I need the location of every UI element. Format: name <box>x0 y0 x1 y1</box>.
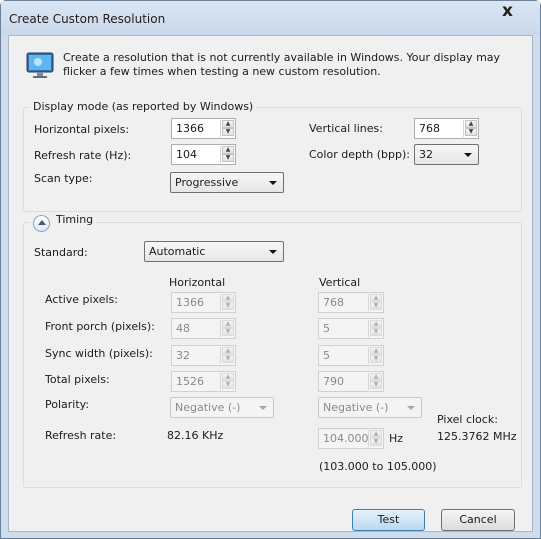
spin-down-icon[interactable]: ▼ <box>222 328 234 336</box>
sync-width-v-stepper[interactable]: 5 ▲ ▼ <box>318 345 384 366</box>
spin-down-icon[interactable]: ▼ <box>370 302 382 310</box>
spin-up-icon[interactable]: ▲ <box>222 373 234 381</box>
horizontal-pixels-stepper[interactable]: 1366 ▲ ▼ <box>171 118 236 139</box>
cancel-button[interactable]: Cancel <box>441 509 515 531</box>
scan-type-label: Scan type: <box>34 172 93 185</box>
chevron-down-icon <box>269 181 277 185</box>
spin-up-icon[interactable]: ▲ <box>370 373 382 381</box>
monitor-icon <box>26 52 54 78</box>
title-bar[interactable]: Create Custom Resolution x <box>1 1 540 35</box>
sync-width-label: Sync width (pixels): <box>45 347 153 360</box>
total-pixels-h-value: 1526 <box>176 375 204 388</box>
standard-label: Standard: <box>34 246 88 259</box>
active-pixels-v-value: 768 <box>323 296 344 309</box>
spin-down-icon[interactable]: ▼ <box>222 128 234 136</box>
refresh-unit: Hz <box>389 432 404 445</box>
pixel-clock-value: 125.3762 MHz <box>437 430 517 443</box>
total-pixels-v-stepper[interactable]: 790 ▲ ▼ <box>318 371 384 392</box>
spin-up-icon[interactable]: ▲ <box>370 430 382 438</box>
spin-down-icon[interactable]: ▼ <box>222 355 234 363</box>
active-pixels-label: Active pixels: <box>45 293 118 306</box>
polarity-label: Polarity: <box>45 398 90 411</box>
spin-up-icon[interactable]: ▲ <box>222 146 234 154</box>
spin-down-icon[interactable]: ▼ <box>465 128 477 136</box>
horizontal-refresh-rate: 82.16 KHz <box>167 429 224 442</box>
spin-up-icon[interactable]: ▲ <box>222 347 234 355</box>
refresh-range: (103.000 to 105.000) <box>319 460 437 473</box>
spin-down-icon[interactable]: ▼ <box>370 381 382 389</box>
timing-refresh-rate-label: Refresh rate: <box>45 429 117 442</box>
chevron-down-icon <box>464 153 472 157</box>
sync-width-h-value: 32 <box>176 349 190 362</box>
refresh-rate-value: 104 <box>176 148 197 161</box>
spin-down-icon[interactable]: ▼ <box>370 355 382 363</box>
color-depth-value: 32 <box>419 148 433 161</box>
pixel-clock-label: Pixel clock: <box>437 413 498 426</box>
active-pixels-h-stepper[interactable]: 1366 ▲ ▼ <box>171 292 236 313</box>
spin-down-icon[interactable]: ▼ <box>370 438 382 446</box>
polarity-v-value: Negative (-) <box>323 401 389 414</box>
sync-width-h-stepper[interactable]: 32 ▲ ▼ <box>171 345 236 366</box>
scan-type-value: Progressive <box>175 176 239 189</box>
spin-up-icon[interactable]: ▲ <box>222 320 234 328</box>
timing-legend-label: Timing <box>56 213 94 226</box>
chevron-down-icon <box>407 406 415 410</box>
custom-resolution-dialog: Create Custom Resolution x Create a reso… <box>0 0 541 539</box>
total-pixels-label: Total pixels: <box>45 373 110 386</box>
horizontal-pixels-label: Horizontal pixels: <box>34 123 130 136</box>
front-porch-label: Front porch (pixels): <box>45 320 155 333</box>
spin-down-icon[interactable]: ▼ <box>222 302 234 310</box>
spin-up-icon[interactable]: ▲ <box>222 294 234 302</box>
chevron-down-icon <box>259 406 267 410</box>
spin-up-icon[interactable]: ▲ <box>465 120 477 128</box>
vertical-lines-label: Vertical lines: <box>309 122 383 135</box>
refresh-rate-label: Refresh rate (Hz): <box>34 149 132 162</box>
spin-down-icon[interactable]: ▼ <box>222 381 234 389</box>
active-pixels-h-value: 1366 <box>176 296 204 309</box>
color-depth-label: Color depth (bpp): <box>309 148 410 161</box>
polarity-h-value: Negative (-) <box>175 401 241 414</box>
color-depth-dropdown[interactable]: 32 <box>414 144 479 165</box>
spin-up-icon[interactable]: ▲ <box>370 320 382 328</box>
active-pixels-v-stepper[interactable]: 768 ▲ ▼ <box>318 292 384 313</box>
horizontal-pixels-value: 1366 <box>176 122 204 135</box>
dialog-content: Create a resolution that is not currentl… <box>8 35 533 532</box>
spin-up-icon[interactable]: ▲ <box>222 120 234 128</box>
chevron-down-icon <box>269 250 277 254</box>
vertical-refresh-rate-value: 104.000 <box>323 432 369 445</box>
window-title: Create Custom Resolution <box>9 12 166 26</box>
front-porch-h-stepper[interactable]: 48 ▲ ▼ <box>171 318 236 339</box>
spin-down-icon[interactable]: ▼ <box>370 328 382 336</box>
front-porch-v-value: 5 <box>323 322 330 335</box>
vertical-refresh-rate-stepper[interactable]: 104.000 ▲ ▼ <box>318 428 384 449</box>
polarity-v-dropdown[interactable]: Negative (-) <box>318 397 422 418</box>
vertical-lines-stepper[interactable]: 768 ▲ ▼ <box>414 118 479 139</box>
standard-value: Automatic <box>149 245 206 258</box>
total-pixels-h-stepper[interactable]: 1526 ▲ ▼ <box>171 371 236 392</box>
display-mode-legend: Display mode (as reported by Windows) <box>30 100 257 113</box>
horizontal-column-header: Horizontal <box>169 276 226 289</box>
spin-down-icon[interactable]: ▼ <box>222 154 234 162</box>
chevron-up-icon <box>38 220 46 225</box>
total-pixels-v-value: 790 <box>323 375 344 388</box>
refresh-rate-stepper[interactable]: 104 ▲ ▼ <box>171 144 236 165</box>
sync-width-v-value: 5 <box>323 349 330 362</box>
spin-up-icon[interactable]: ▲ <box>370 294 382 302</box>
vertical-lines-value: 768 <box>419 122 440 135</box>
info-text: Create a resolution that is not currentl… <box>63 51 501 78</box>
front-porch-h-value: 48 <box>176 322 190 335</box>
polarity-h-dropdown[interactable]: Negative (-) <box>170 397 274 418</box>
front-porch-v-stepper[interactable]: 5 ▲ ▼ <box>318 318 384 339</box>
vertical-column-header: Vertical <box>319 276 361 289</box>
scan-type-dropdown[interactable]: Progressive <box>170 172 284 193</box>
collapse-timing-button[interactable] <box>33 215 50 232</box>
standard-dropdown[interactable]: Automatic <box>144 241 284 262</box>
spin-up-icon[interactable]: ▲ <box>370 347 382 355</box>
test-button[interactable]: Test <box>352 509 425 531</box>
close-icon[interactable]: x <box>502 2 513 20</box>
